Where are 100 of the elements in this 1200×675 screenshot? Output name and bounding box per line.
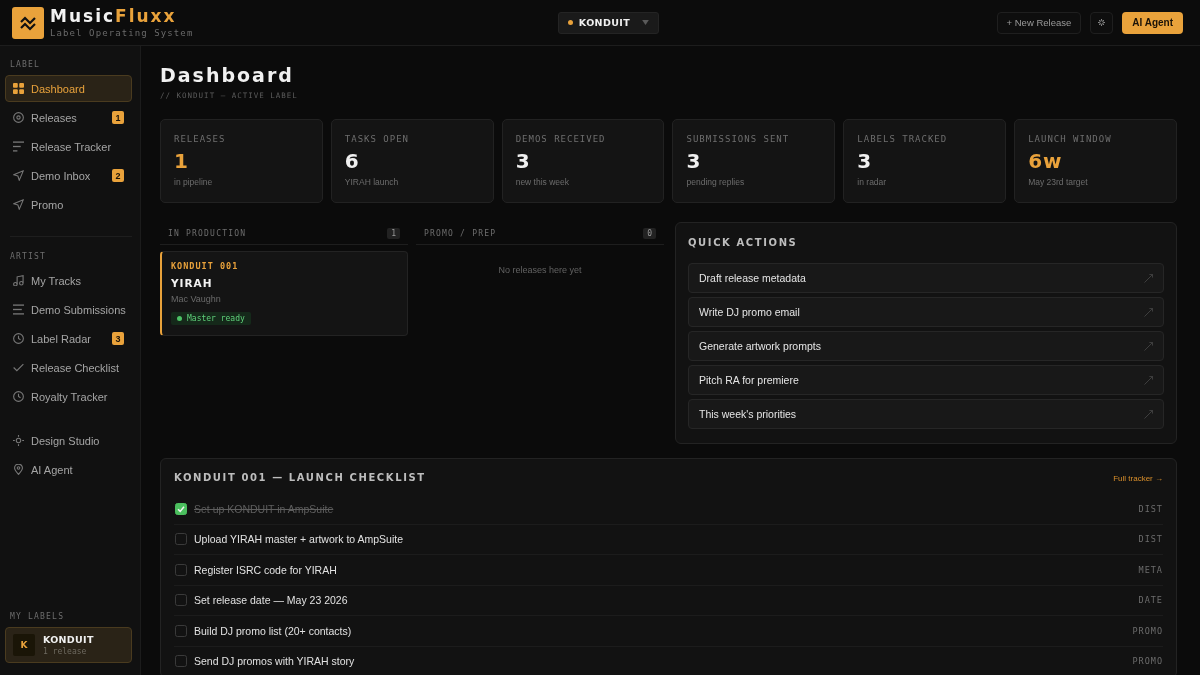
task-label: Build DJ promo list (20+ contacts) [194,624,352,637]
location-pin-icon [13,464,24,475]
count-badge: 3 [112,332,124,345]
stat-value: 1 [174,149,190,173]
grid-icon [13,83,24,94]
stat-note: YIRAH launch [344,177,400,188]
quick-action-button[interactable]: Pitch RA for premiere [688,365,1164,395]
full-tracker-link[interactable]: Full tracker → [1113,473,1163,483]
stat-note: pending replies [686,177,746,188]
sidebar-item[interactable]: Demo Inbox 2 [5,162,132,189]
task-tag: DATE [1138,595,1163,606]
sidebar-item[interactable]: AI Agent [5,456,132,483]
sun-icon [13,435,24,446]
paper-plane-icon [13,170,24,181]
stat-label: LABELS TRACKED [857,133,949,145]
stat-note: May 23rd target [1028,177,1089,188]
sidebar-item[interactable]: Releases 1 [5,104,132,131]
column-title: IN PRODUCTION [168,228,247,238]
label-name: KONDUIT [43,634,94,645]
stat-label: RELEASES [174,133,227,145]
stat-value: 6w [1028,149,1064,173]
status-dot-icon [567,20,573,25]
clock-icon [13,333,24,344]
label-switcher[interactable]: KONDUIT [557,11,660,34]
checkbox[interactable] [175,624,187,637]
count-badge: 0 [643,227,656,239]
stat-label: LAUNCH WINDOW [1028,133,1113,145]
new-release-button[interactable]: + New Release [996,11,1082,34]
stat-value: 3 [857,149,874,173]
sidebar-item[interactable]: Label Radar 3 [5,325,132,352]
empty-state-text: No releases here yet [497,265,583,275]
checkbox[interactable] [175,563,187,576]
diagonal-arrow-icon [1144,307,1153,317]
count-badge: 1 [387,227,400,239]
stat-label: DEMOS RECEIVED [515,133,607,145]
settings-icon [1098,19,1106,26]
quick-action-button[interactable]: Write DJ promo email [688,297,1164,327]
task-label: Send DJ promos with YIRAH story [194,655,355,668]
task-tag: DIST [1138,503,1163,514]
sidebar-item[interactable]: Promo [5,191,132,218]
column-title: PROMO / PREP [424,228,497,238]
disc-icon [13,112,24,123]
checkbox[interactable] [175,655,187,668]
task-label: Set up KONDUIT in AmpSuite [194,502,334,515]
diagonal-arrow-icon [1144,273,1153,283]
release-card[interactable]: KONDUIT 001 YIRAH Mac Vaughn Master ready [160,251,408,336]
stat-label: TASKS OPEN [344,133,410,145]
task-label: Upload YIRAH master + artwork to AmpSuite [194,533,404,546]
section-title: LABEL [9,60,42,70]
music-note-icon [13,275,24,286]
quick-action-button[interactable]: Generate artwork prompts [688,331,1164,361]
sidebar-item[interactable]: Design Studio [5,427,132,454]
caret-icon [642,20,650,25]
task-label: Set release date — May 23 2026 [194,594,348,607]
list-icon [13,304,24,315]
checkbox[interactable] [175,502,187,515]
label-meta: 1 release [43,647,88,656]
check-icon [13,362,24,373]
sidebar-item[interactable]: My Tracks [5,267,132,294]
task-tag: DIST [1138,534,1163,545]
sort-lines-icon [13,141,24,152]
status-dot-icon [177,316,182,321]
checkbox[interactable] [175,594,187,607]
task-label: Register ISRC code for YIRAH [194,563,337,576]
diagonal-arrow-icon [1144,341,1153,351]
quick-action-button[interactable]: This week's priorities [688,399,1164,429]
stat-label: SUBMISSIONS SENT [686,133,791,145]
stat-value: 6 [344,149,361,173]
count-badge: 1 [112,111,124,124]
stat-note: new this week [515,177,571,188]
release-artist: Mac Vaughn [171,294,222,305]
app-title: Music Fluxx [50,6,178,26]
stat-value: 3 [515,149,532,173]
sidebar-item[interactable]: Release Tracker [5,133,132,160]
label-card[interactable]: K KONDUIT 1 release [5,627,132,663]
clock-icon [13,391,24,402]
sidebar-item[interactable]: Dashboard [5,75,132,102]
stat-note: in radar [857,177,888,188]
logo-icon [12,6,44,39]
stat-note: in pipeline [174,177,214,188]
task-tag: PROMO [1132,656,1163,667]
section-title: MY LABELS [9,612,66,622]
ai-agent-button[interactable]: AI Agent [1122,11,1183,34]
quick-action-button[interactable]: Draft release metadata [688,263,1164,293]
diagonal-arrow-icon [1144,375,1153,385]
sidebar-item[interactable]: Royalty Tracker [5,383,132,410]
panel-title: KONDUIT 001 — LAUNCH CHECKLIST [174,471,426,485]
settings-button[interactable] [1090,11,1114,34]
panel-title: QUICK ACTIONS [688,236,799,250]
sidebar-item[interactable]: Demo Submissions [5,296,132,323]
sidebar-item[interactable]: Release Checklist [5,354,132,381]
stat-value: 3 [686,149,703,173]
count-badge: 2 [112,169,124,182]
release-code: KONDUIT 001 [171,261,240,272]
status-text: Master ready [187,314,245,323]
section-title: ARTIST [9,252,48,262]
label-avatar: K [13,634,35,656]
checkbox[interactable] [175,533,187,546]
diagonal-arrow-icon [1144,409,1153,419]
task-tag: PROMO [1132,625,1163,636]
